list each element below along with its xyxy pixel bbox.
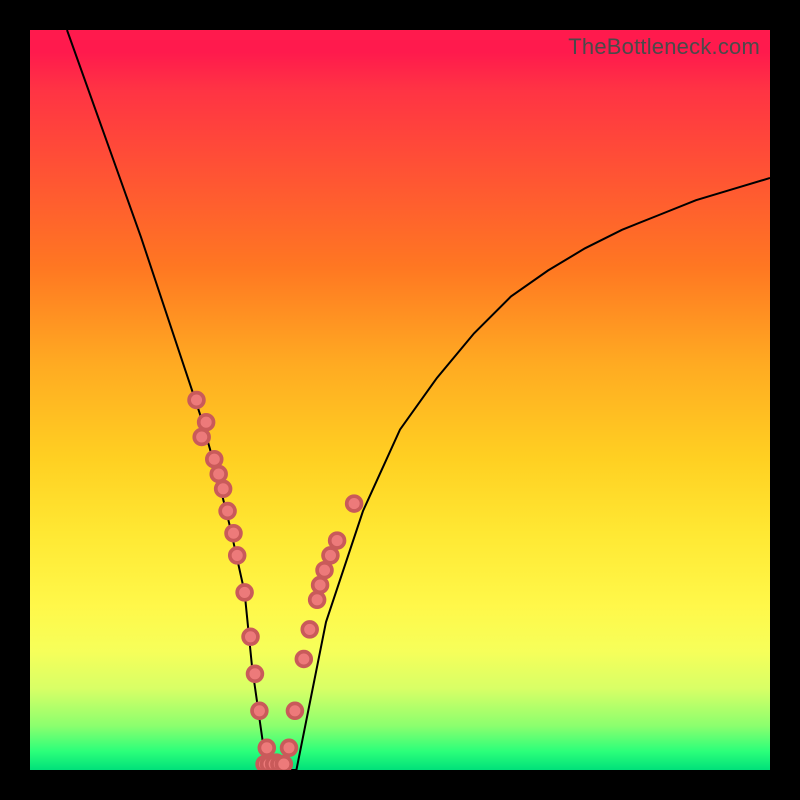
data-dot	[252, 703, 267, 718]
data-dot	[330, 533, 345, 548]
data-dot	[207, 452, 222, 467]
watermark-text: TheBottleneck.com	[568, 34, 760, 60]
data-dot	[296, 652, 311, 667]
curve-svg	[30, 30, 770, 770]
data-dot	[347, 496, 362, 511]
data-dot	[194, 430, 209, 445]
data-dot	[189, 393, 204, 408]
data-dot	[230, 548, 245, 563]
data-dot	[226, 526, 241, 541]
bottleneck-curve	[67, 30, 770, 770]
data-dot	[288, 703, 303, 718]
data-dot	[216, 481, 231, 496]
data-dot	[302, 622, 317, 637]
data-dot	[310, 592, 325, 607]
data-dot	[211, 467, 226, 482]
data-dot	[323, 548, 338, 563]
data-dot	[243, 629, 258, 644]
data-dot	[317, 563, 332, 578]
data-dot	[220, 504, 235, 519]
data-dot	[282, 740, 297, 755]
data-dot	[313, 578, 328, 593]
chart-frame: TheBottleneck.com	[0, 0, 800, 800]
data-dot	[259, 740, 274, 755]
plot-area: TheBottleneck.com	[30, 30, 770, 770]
data-dot	[237, 585, 252, 600]
data-dot	[199, 415, 214, 430]
data-dot	[276, 757, 291, 770]
data-dot	[248, 666, 263, 681]
